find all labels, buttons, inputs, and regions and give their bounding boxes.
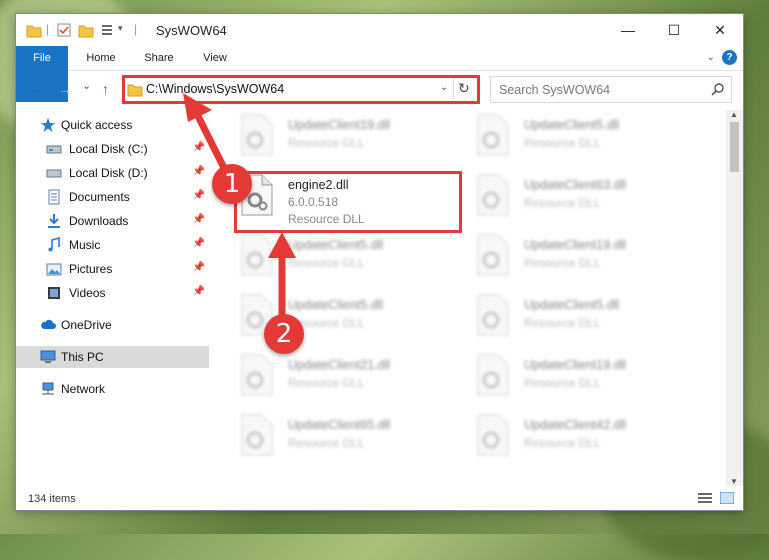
step-badge-2: 2 [264, 314, 304, 354]
arrow-2-head [268, 232, 296, 258]
annotation-layer [183, 93, 296, 329]
step-badge-1: 1 [212, 164, 252, 204]
